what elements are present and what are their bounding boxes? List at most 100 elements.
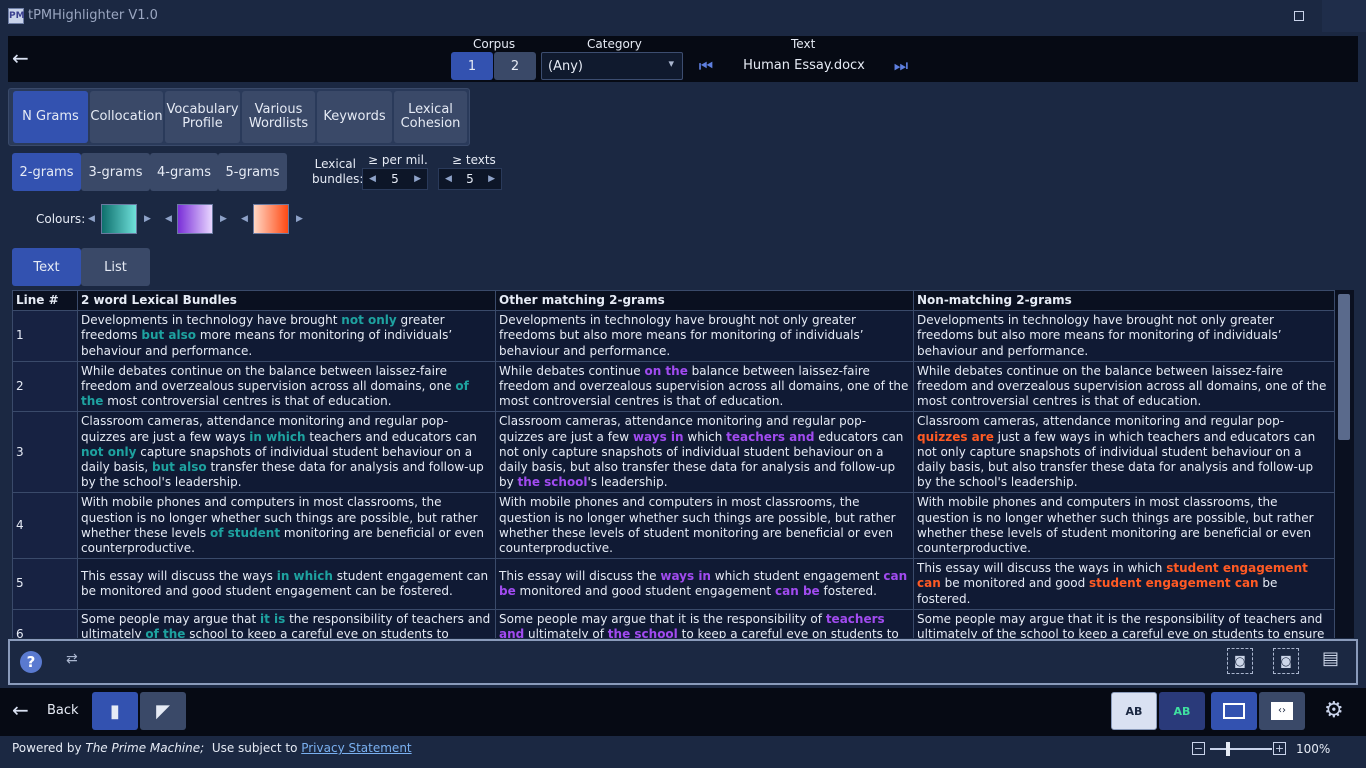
per-mil-spinner[interactable]: ◀ 5 ▶ (362, 168, 428, 190)
split-view-button[interactable]: ‹› (1259, 692, 1305, 730)
zoom-in-button[interactable]: + (1273, 742, 1286, 755)
next-text-icon[interactable]: ⏭ (891, 56, 911, 76)
corpus-1-button[interactable]: 1 (451, 52, 493, 80)
zoom-level: 100% (1296, 742, 1331, 756)
line-number-cell: 2 (12, 360, 78, 413)
column-header[interactable]: Non-matching 2-grams (913, 290, 1335, 312)
per-mil-value: 5 (391, 172, 399, 186)
texts-spinner[interactable]: ◀ 5 ▶ (438, 168, 502, 190)
texts-value: 5 (466, 172, 474, 186)
ab-text-icon: AB (1125, 704, 1143, 718)
text-cell: This essay will discuss the ways in whic… (913, 558, 1335, 610)
title-bar (0, 0, 1366, 32)
table-row[interactable]: 3 Classroom cameras, attendance monitorin… (12, 411, 1335, 494)
previous-text-icon[interactable]: ⏮ (696, 56, 716, 76)
increment-icon[interactable]: ▶ (488, 174, 495, 184)
decrement-icon[interactable]: ◀ (369, 174, 376, 184)
document-view-button[interactable]: ▮ (92, 692, 138, 730)
eraser-button[interactable]: ◤ (140, 692, 186, 730)
swatch-prev-icon[interactable]: ◀ (88, 214, 95, 224)
highlight-ab-button[interactable]: AB (1111, 692, 1157, 730)
text-cell: Classroom cameras, attendance monitoring… (77, 411, 496, 494)
line-number-cell: 6 (12, 608, 78, 638)
privacy-statement-link[interactable]: Privacy Statement (301, 741, 411, 755)
maximize-button[interactable] (1286, 4, 1312, 28)
ab-dark-text-icon: AB (1173, 704, 1191, 718)
table-row[interactable]: 5 This essay will discuss the ways in whi… (12, 558, 1335, 610)
tab-collocation[interactable]: Collocation (90, 91, 163, 143)
powered-by-text: Powered by The Prime Machine; Use subjec… (12, 741, 412, 755)
table-row[interactable]: 1 Developments in technology have brought… (12, 310, 1335, 362)
tab-5-grams[interactable]: 5-grams (218, 153, 287, 191)
zoom-slider-track[interactable] (1210, 748, 1272, 750)
tab-3-grams[interactable]: 3-grams (81, 153, 150, 191)
table-row[interactable]: 6 Some people may argue that it is the re… (12, 608, 1335, 638)
fullscreen-icon (1223, 703, 1245, 719)
tab-list-view[interactable]: List (81, 248, 150, 286)
colour-swatch-teal[interactable] (101, 204, 137, 234)
table-body: 1 Developments in technology have brought… (12, 310, 1335, 638)
close-button[interactable] (1322, 0, 1366, 32)
highlight-ab-dark-button[interactable]: AB (1159, 692, 1205, 730)
column-header[interactable]: Line # (12, 290, 78, 312)
screenshot-region-icon[interactable]: ◙ (1227, 648, 1253, 674)
settings-gear-icon[interactable]: ⚙ (1324, 698, 1344, 723)
tab-n-grams[interactable]: N Grams (13, 91, 88, 143)
corpus-label: Corpus (473, 37, 516, 51)
window-title: tPMHighlighter V1.0 (28, 8, 158, 23)
text-cell: While debates continue on the balance be… (913, 360, 1335, 413)
swatch-prev-icon[interactable]: ◀ (241, 214, 248, 224)
text-cell: With mobile phones and computers in most… (77, 492, 496, 560)
tab-text-view[interactable]: Text (12, 248, 81, 286)
tab-4-grams[interactable]: 4-grams (150, 153, 218, 191)
tab-vocabulary-profile[interactable]: Vocabulary Profile (165, 91, 240, 143)
line-number-cell: 3 (12, 411, 78, 494)
text-cell: Some people may argue that it is the res… (495, 608, 914, 638)
powered-prefix: Powered by (12, 741, 86, 755)
decrement-icon[interactable]: ◀ (445, 174, 452, 184)
text-cell: Classroom cameras, attendance monitoring… (913, 411, 1335, 494)
text-cell: This essay will discuss the ways in whic… (77, 558, 496, 610)
results-table-container: Line # 2 word Lexical Bundles Other matc… (12, 290, 1354, 638)
text-cell: This essay will discuss the ways in whic… (495, 558, 914, 610)
fullscreen-button[interactable] (1211, 692, 1257, 730)
help-icon[interactable]: ? (20, 651, 42, 673)
back-arrow-icon[interactable]: ← (12, 700, 29, 720)
category-select[interactable]: (Any) ▾ (541, 52, 683, 80)
tool-strip (8, 639, 1358, 685)
colour-swatch-orange[interactable] (253, 204, 289, 234)
table-row[interactable]: 2 While debates continue on the balance b… (12, 360, 1335, 413)
corpus-2-button[interactable]: 2 (494, 52, 536, 80)
texts-label: ≥ texts (452, 153, 496, 167)
category-value: (Any) (548, 59, 583, 74)
text-cell: While debates continue on the balance be… (77, 360, 496, 413)
back-arrow-icon[interactable]: ← (12, 48, 29, 68)
tab-2-grams[interactable]: 2-grams (12, 153, 81, 191)
screenshot-window-icon[interactable]: ◙ (1273, 648, 1299, 674)
tab-various-wordlists[interactable]: Various Wordlists (242, 91, 315, 143)
zoom-slider-thumb[interactable] (1226, 742, 1230, 756)
increment-icon[interactable]: ▶ (414, 174, 421, 184)
column-header[interactable]: Other matching 2-grams (495, 290, 914, 312)
swatch-next-icon[interactable]: ▶ (220, 214, 227, 224)
back-button[interactable]: Back (47, 703, 79, 718)
swap-icon[interactable]: ⇄ (66, 651, 92, 673)
column-header[interactable]: 2 word Lexical Bundles (77, 290, 496, 312)
lexical-bundles-label: Lexical bundles: (312, 157, 364, 186)
scrollbar-thumb[interactable] (1338, 294, 1350, 440)
swatch-prev-icon[interactable]: ◀ (165, 214, 172, 224)
export-document-icon[interactable]: ▤ (1322, 648, 1344, 676)
chevron-down-icon: ▾ (668, 57, 674, 70)
text-cell: While debates continue on the balance be… (495, 360, 914, 413)
table-row[interactable]: 4 With mobile phones and computers in mos… (12, 492, 1335, 560)
colour-swatch-purple[interactable] (177, 204, 213, 234)
tab-lexical-cohesion[interactable]: Lexical Cohesion (394, 91, 467, 143)
zoom-out-button[interactable]: − (1192, 742, 1205, 755)
split-view-icon: ‹› (1271, 702, 1293, 720)
text-cell: Classroom cameras, attendance monitoring… (495, 411, 914, 494)
line-number-cell: 4 (12, 492, 78, 560)
tab-keywords[interactable]: Keywords (317, 91, 392, 143)
swatch-next-icon[interactable]: ▶ (296, 214, 303, 224)
swatch-next-icon[interactable]: ▶ (144, 214, 151, 224)
use-subject-text: Use subject to (204, 741, 302, 755)
